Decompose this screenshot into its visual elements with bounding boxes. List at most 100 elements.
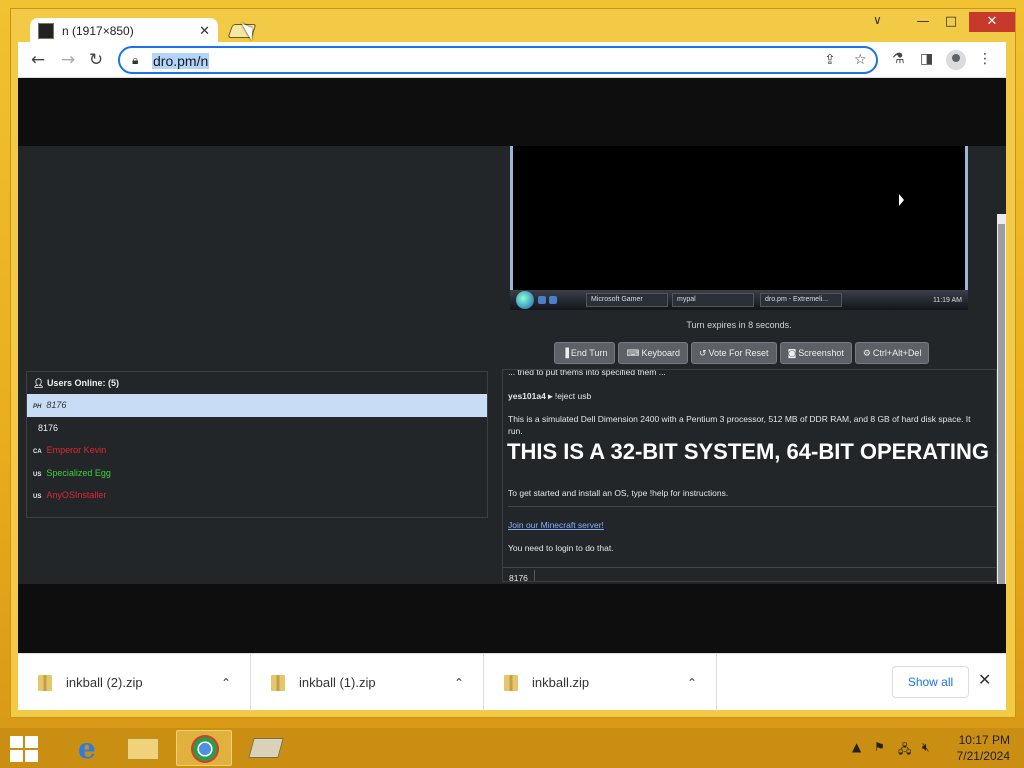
vote-reset-label: Vote For Reset <box>708 348 769 358</box>
user-name: Specialized Egg <box>46 467 111 478</box>
browser-tab[interactable]: n (1917×850) ✕ <box>30 18 218 44</box>
user-name: 8176 <box>46 400 67 410</box>
download-item[interactable]: inkball (2).zip ⌃ <box>18 654 251 711</box>
chat-warning-heading: THIS IS A 32-BIT SYSTEM, 64-BIT OPERATIN… <box>507 439 997 464</box>
internet-explorer-button[interactable]: e <box>58 730 114 766</box>
chat-input-username[interactable]: 8176 <box>503 570 535 581</box>
ctrl-alt-del-label: Ctrl+Alt+Del <box>872 348 922 358</box>
extension-icon[interactable]: ⚗ <box>892 51 905 67</box>
forward-icon[interactable]: → <box>56 48 80 72</box>
screenshot-label: Screenshot <box>798 348 844 358</box>
vm-taskbar: Microsoft Gamer mypal dro.pm - Extremeli… <box>510 290 968 310</box>
user-row[interactable]: PH 8176 <box>27 394 487 417</box>
volume-muted-icon[interactable]: 🔇︎ <box>922 740 930 755</box>
windows-taskbar: e ▲ ⚑ 🖧︎ 🔇︎ 10:17 PM 7/21/2024 <box>0 728 1024 768</box>
user-flag: PH <box>33 404 42 410</box>
chevron-up-icon[interactable]: ⌃ <box>682 676 702 690</box>
camera-icon: ◙ <box>787 349 797 359</box>
lock-icon[interactable]: 🔒︎ <box>132 53 138 68</box>
vm-task-item: mypal <box>672 293 754 307</box>
user-name: Emperor Kevin <box>46 445 107 455</box>
clock-time: 10:17 PM <box>958 733 1010 747</box>
vm-cursor-icon <box>899 194 904 206</box>
chat-help: To get started and install an OS, type !… <box>508 488 729 498</box>
tab-close-icon[interactable]: ✕ <box>199 24 210 39</box>
chrome-icon <box>191 735 219 763</box>
user-row[interactable]: 8176 <box>27 417 487 440</box>
vote-reset-button[interactable]: ↺ Vote For Reset <box>690 342 777 364</box>
downloads-bar: inkball (2).zip ⌃ inkball (1).zip ⌃ inkb… <box>18 653 1006 711</box>
end-turn-button[interactable]: ▐ End Turn <box>554 342 616 364</box>
file-explorer-button[interactable] <box>115 730 171 766</box>
share-icon[interactable]: ⇪ <box>824 52 836 68</box>
close-icon[interactable]: ✕ <box>978 670 991 689</box>
download-name: inkball.zip <box>532 675 590 690</box>
chevron-up-icon[interactable]: ⌃ <box>449 676 469 690</box>
minecraft-link[interactable]: Join our Minecraft server! <box>508 520 604 530</box>
download-item[interactable]: inkball (1).zip ⌃ <box>251 654 484 711</box>
chat-input-bar[interactable]: 8176 <box>503 567 996 581</box>
bookmark-star-icon[interactable]: ☆ <box>854 52 867 68</box>
windows-logo-icon <box>25 750 38 762</box>
vm-button-row: ▐ End Turn ⌨ Keyboard ↺ Vote For Reset ◙ Scr… <box>554 342 930 364</box>
keyboard-button[interactable]: ⌨ Keyboard <box>618 342 688 364</box>
chat-info: This is a simulated Dell Dimension 2400 … <box>508 414 971 424</box>
flag-icon[interactable]: ⚑ <box>874 740 885 754</box>
show-hidden-icons-icon[interactable]: ▲ <box>852 740 861 754</box>
vm-start-orb-icon <box>516 291 534 309</box>
web-page: Microsoft Gamer mypal dro.pm - Extremeli… <box>18 78 1006 653</box>
gear-icon: ⚙ <box>862 349 871 359</box>
scrollbar-thumb[interactable] <box>998 224 1005 634</box>
users-online-header: 👤︎ Users Online: (5) <box>33 378 119 388</box>
windows-logo-icon <box>10 750 23 762</box>
start-button[interactable] <box>10 736 38 762</box>
chrome-button[interactable] <box>176 730 232 766</box>
url-text[interactable]: dro.pm/n <box>152 53 210 69</box>
network-icon[interactable]: 🖧︎ <box>898 740 911 761</box>
keyboard-icon: ⌨ <box>626 349 640 359</box>
side-panel-icon[interactable]: ◨ <box>920 51 933 67</box>
vm-screen[interactable] <box>510 146 968 296</box>
favicon-icon <box>38 23 54 39</box>
chat-text: !eject usb <box>554 391 592 401</box>
folder-icon <box>127 738 159 760</box>
screenshot-button[interactable]: ◙ Screenshot <box>779 342 852 364</box>
windows-logo-icon <box>25 736 38 748</box>
zip-file-icon <box>504 674 518 691</box>
user-row[interactable]: US Specialized Egg <box>27 462 487 485</box>
end-turn-label: End Turn <box>570 348 608 358</box>
user-name: AnyOSInstaller <box>46 490 107 500</box>
zip-file-icon <box>38 674 52 691</box>
user-row[interactable]: CA Emperor Kevin <box>27 439 487 462</box>
windows-logo-icon <box>10 736 23 748</box>
user-name: 8176 <box>38 422 59 433</box>
reload-icon[interactable]: ↻ <box>84 48 108 72</box>
vm-clock: 11:19 AM <box>932 296 962 304</box>
chat-divider <box>508 506 996 507</box>
chat-username: yes101a4 ▸ <box>508 391 553 401</box>
chevron-up-icon[interactable]: ⌃ <box>216 676 236 690</box>
browser-toolbar: ← → ↻ 🔒︎ dro.pm/n ⇪ ☆ ⚗ ◨ ⋮ <box>18 42 1006 78</box>
reset-icon: ↺ <box>698 349 707 359</box>
ctrl-alt-del-button[interactable]: ⚙ Ctrl+Alt+Del <box>854 342 930 364</box>
vm-task-item: Microsoft Gamer <box>586 293 668 307</box>
vm-quicklaunch-icon <box>549 296 557 304</box>
user-row[interactable]: US AnyOSInstaller <box>27 484 487 507</box>
back-icon[interactable]: ← <box>26 48 50 72</box>
app-button[interactable] <box>237 730 293 766</box>
chat-message: yes101a4 ▸ !eject usb <box>508 391 591 402</box>
tab-title: n (1917×850) <box>62 24 134 38</box>
vm-task-item: dro.pm - Extremeli... <box>760 293 842 307</box>
page-footer-area <box>18 584 1006 653</box>
clock-date: 7/21/2024 <box>956 749 1010 763</box>
menu-icon[interactable]: ⋮ <box>978 51 992 67</box>
users-online-title: Users Online: (5) <box>46 378 119 388</box>
page-header-area <box>18 78 1006 146</box>
profile-avatar[interactable] <box>946 50 966 70</box>
keyboard-label: Keyboard <box>641 348 680 358</box>
address-bar[interactable]: 🔒︎ dro.pm/n ⇪ ☆ <box>118 46 878 74</box>
system-clock[interactable]: 10:17 PM 7/21/2024 <box>940 732 1010 764</box>
main-panel: Microsoft Gamer mypal dro.pm - Extremeli… <box>18 146 1006 652</box>
show-all-button[interactable]: Show all <box>892 666 969 698</box>
download-item[interactable]: inkball.zip ⌃ <box>484 654 717 711</box>
